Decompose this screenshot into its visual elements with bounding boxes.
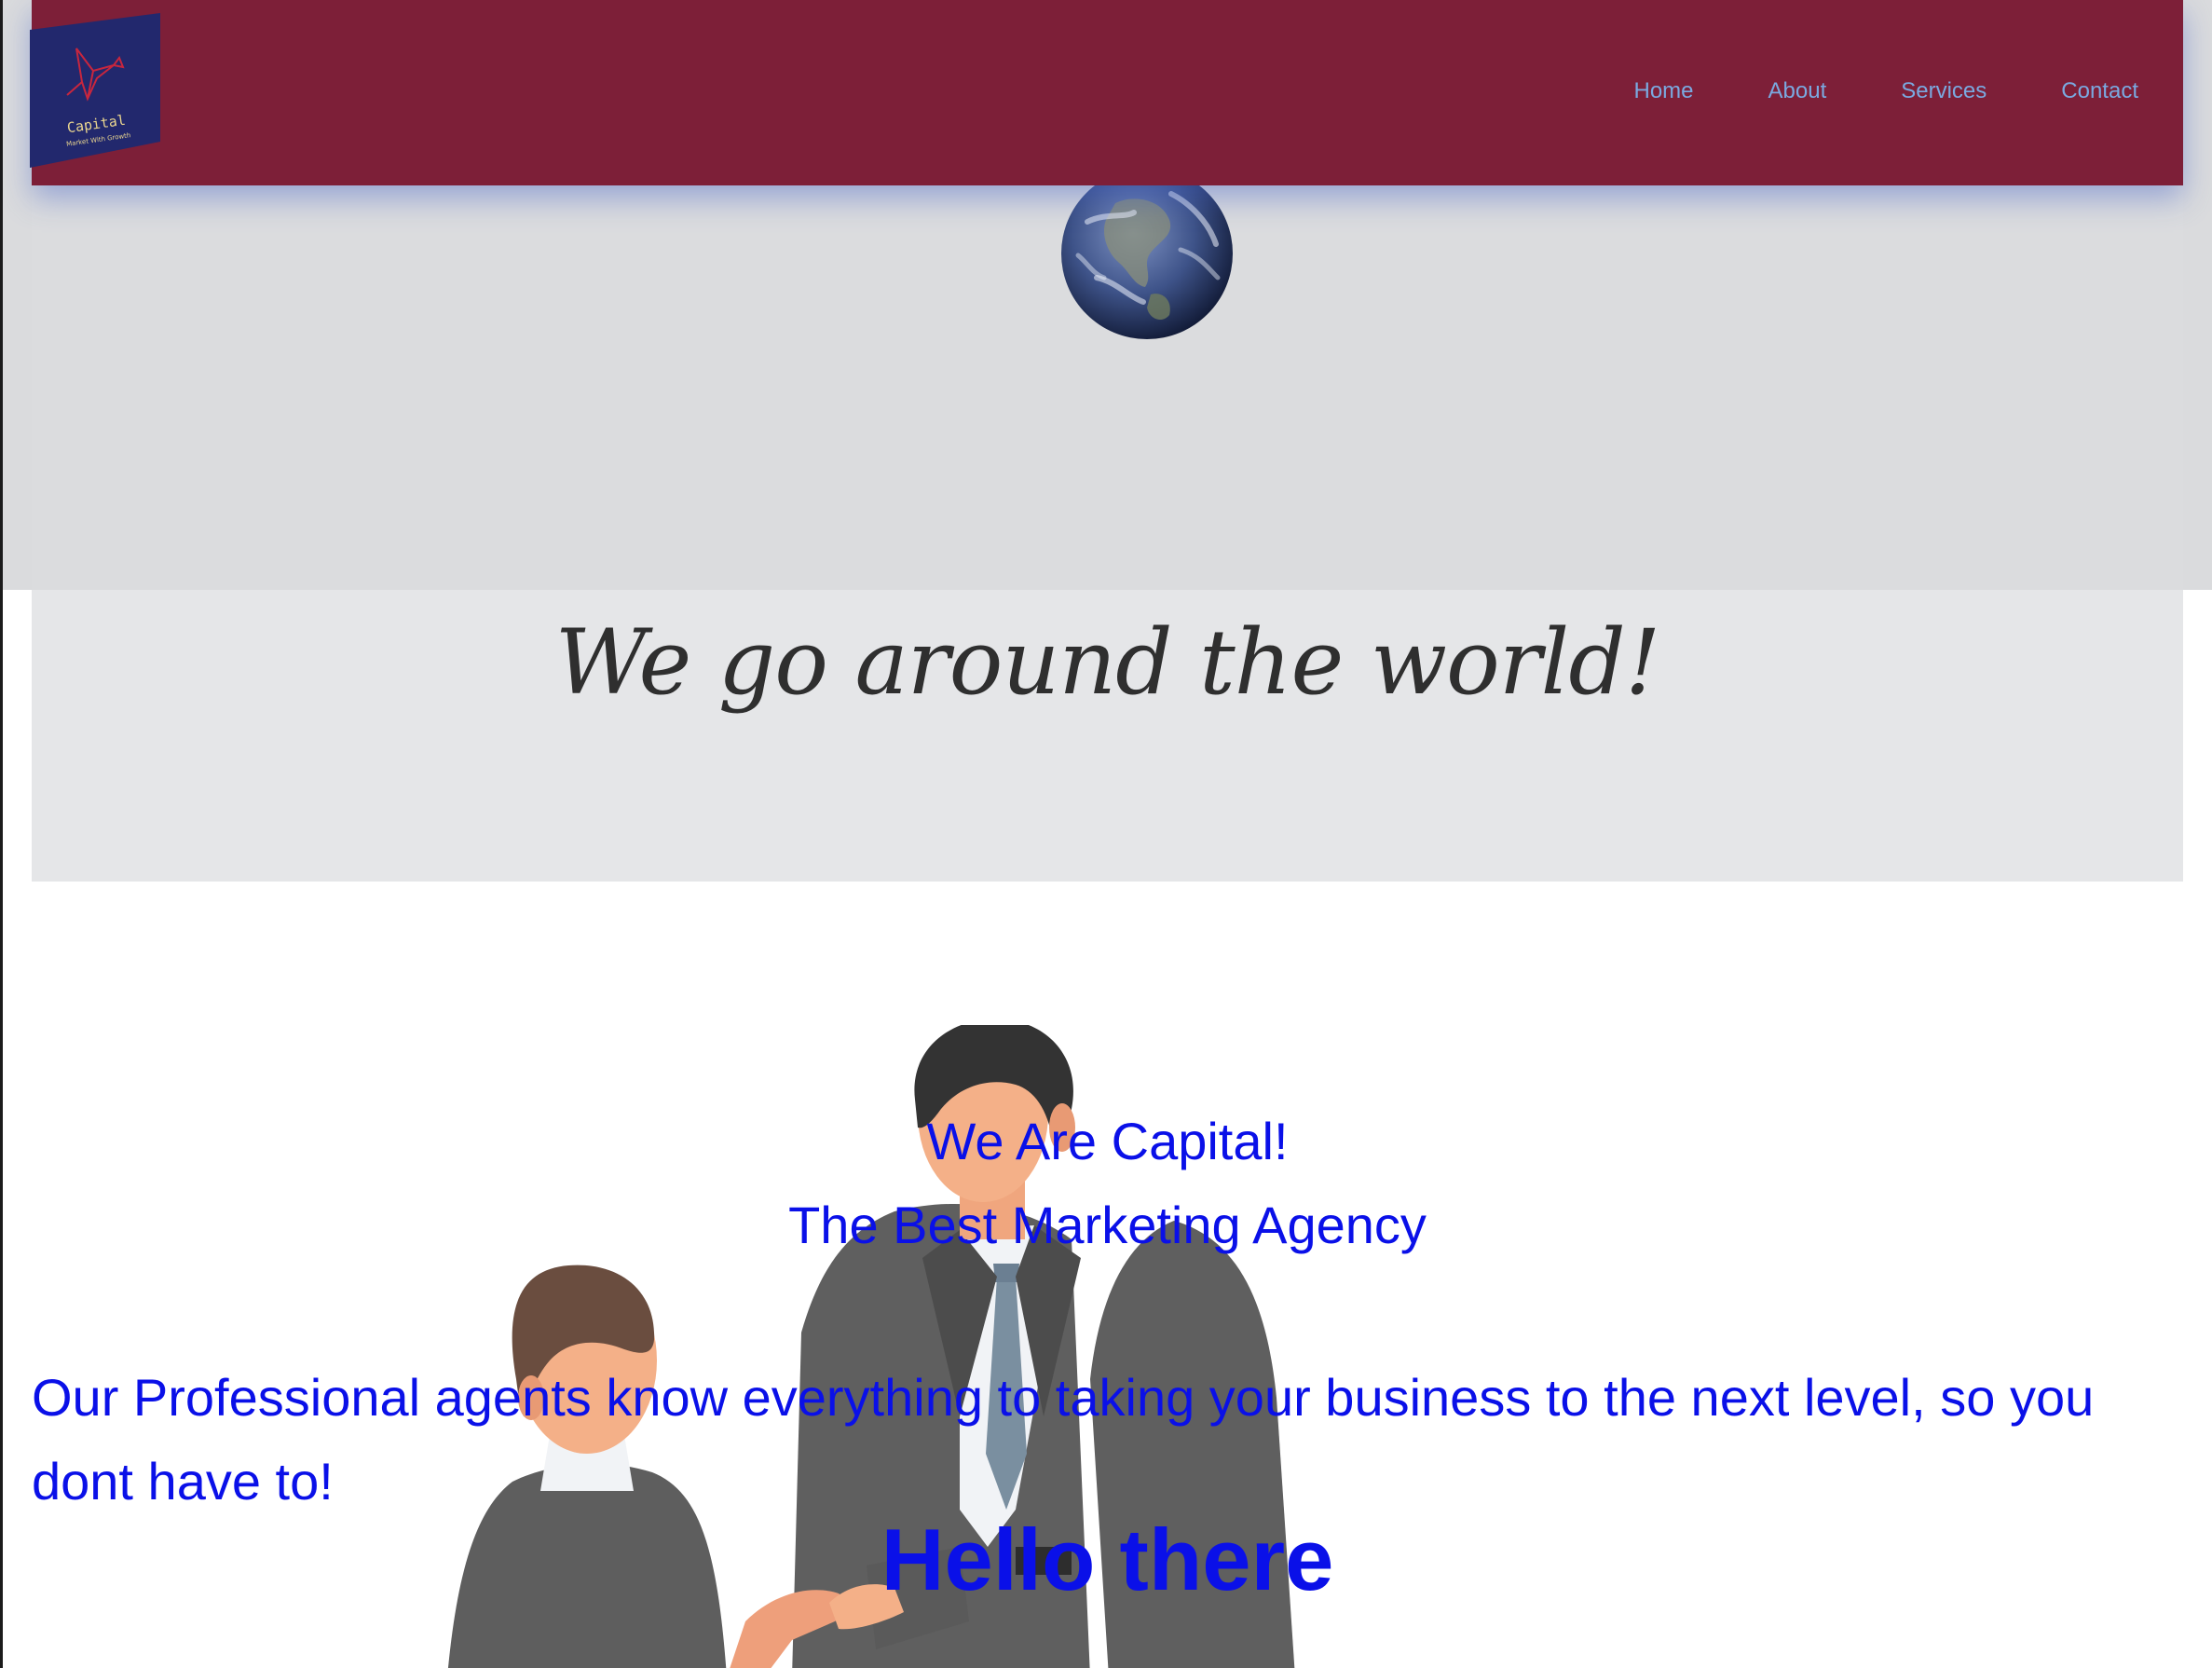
nav-contact-link[interactable]: Contact: [2061, 78, 2138, 104]
nav-about-link[interactable]: About: [1768, 78, 1827, 104]
greeting-heading: Hello there: [881, 1511, 1334, 1608]
capital-logo[interactable]: Capital Market With Growth: [30, 13, 160, 168]
intro-heading: We Are Capital! The Best Marketing Agenc…: [32, 1100, 2183, 1267]
intro-line-2: The Best Marketing Agency: [788, 1196, 1427, 1254]
nav-services-link[interactable]: Services: [1901, 78, 1987, 104]
main-nav: Home About Services Contact: [1634, 78, 2139, 104]
globe-image: [1061, 168, 1233, 339]
intro-line-1: We Are Capital!: [926, 1112, 1289, 1170]
window-edge: [0, 0, 3, 1668]
intro-paragraph: Our Professional agents know everything …: [32, 1368, 2095, 1511]
logo-background: [30, 13, 160, 168]
nav-home-link[interactable]: Home: [1634, 78, 1694, 104]
site-header: Home About Services Contact: [32, 0, 2183, 185]
browser-viewport: Home About Services Contact Capital Mark…: [0, 0, 2212, 1668]
hero-tagline: We go around the world!: [554, 610, 1661, 715]
